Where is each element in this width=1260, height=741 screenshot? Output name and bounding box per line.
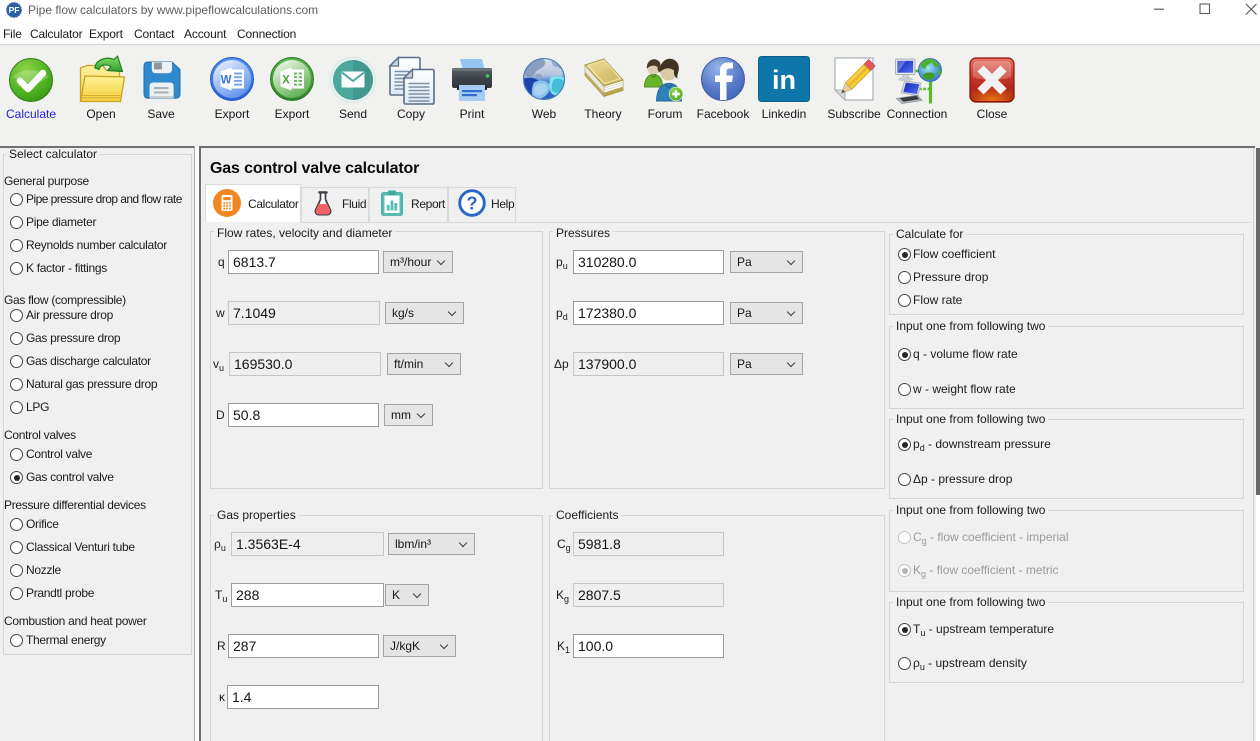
svg-text:W: W bbox=[221, 74, 232, 86]
svg-text:X: X bbox=[282, 74, 290, 86]
svg-text:PF: PF bbox=[9, 5, 20, 15]
svg-text:?: ? bbox=[467, 194, 478, 214]
svg-text:in: in bbox=[772, 65, 796, 95]
